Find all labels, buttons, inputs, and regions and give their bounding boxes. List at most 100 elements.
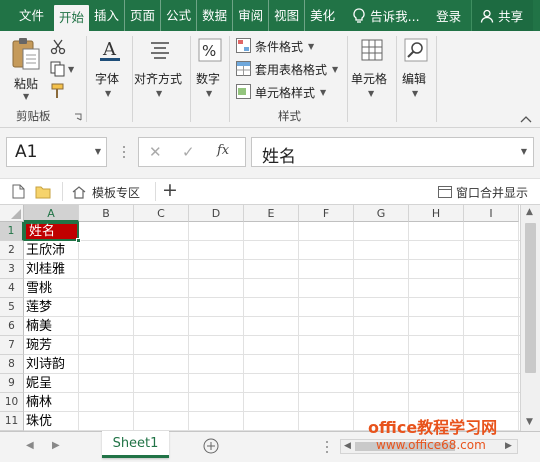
- column-header-g[interactable]: G: [354, 205, 409, 222]
- editing-button[interactable]: 编辑 ▼: [398, 37, 434, 117]
- tell-me-label: 告诉我...: [370, 9, 420, 24]
- column-header-i[interactable]: I: [464, 205, 519, 222]
- chevron-down-icon: ▼: [156, 89, 163, 98]
- drag-handle-icon[interactable]: [122, 144, 126, 160]
- sheet-tab-label: Sheet1: [112, 436, 159, 451]
- window-merge-button[interactable]: 窗口合并显示: [438, 179, 538, 205]
- cell-a11[interactable]: 珠优: [26, 412, 52, 431]
- row-header-6[interactable]: 6: [0, 317, 24, 336]
- scroll-right-icon[interactable]: ▶: [505, 441, 512, 451]
- row-header-9[interactable]: 9: [0, 374, 24, 393]
- row-header-8[interactable]: 8: [0, 355, 24, 374]
- gridline: [133, 222, 134, 431]
- drag-handle-icon[interactable]: [325, 440, 329, 454]
- row-header-4[interactable]: 4: [0, 279, 24, 298]
- chevron-down-icon: ▼: [332, 65, 339, 74]
- cell-a2[interactable]: 王欣沛: [26, 241, 65, 260]
- tab-formulas[interactable]: 公式: [161, 0, 198, 31]
- tab-beautify[interactable]: 美化: [305, 0, 340, 31]
- sheet-prev-icon[interactable]: ◀: [26, 440, 34, 451]
- tab-insert[interactable]: 插入: [89, 0, 126, 31]
- cell-a6[interactable]: 楠美: [26, 317, 52, 336]
- cell-a3[interactable]: 刘桂雅: [26, 260, 65, 279]
- column-header-h[interactable]: H: [409, 205, 464, 222]
- watermark-url: www.office68.com: [376, 438, 486, 452]
- cell-a8[interactable]: 刘诗韵: [26, 355, 65, 374]
- name-box[interactable]: A1 ▼: [6, 137, 107, 167]
- check-icon[interactable]: ✓: [182, 143, 195, 161]
- scroll-down-icon[interactable]: ▼: [526, 417, 533, 427]
- cells-button[interactable]: 单元格 ▼: [349, 37, 395, 117]
- gridline: [188, 222, 189, 431]
- paste-button[interactable]: 粘贴 ▼: [8, 37, 44, 101]
- insert-function-icon[interactable]: fx: [217, 143, 229, 158]
- add-tab-icon[interactable]: +: [162, 179, 178, 201]
- editing-label: 编辑: [402, 72, 427, 86]
- font-button[interactable]: A 字体 ▼: [90, 37, 130, 117]
- cancel-icon[interactable]: ✕: [149, 143, 162, 161]
- sheet-next-icon[interactable]: ▶: [52, 440, 60, 451]
- chevron-down-icon[interactable]: ▼: [95, 147, 101, 156]
- format-painter-icon[interactable]: [50, 83, 66, 99]
- number-button[interactable]: % 数字 ▼: [192, 37, 228, 117]
- tab-data[interactable]: 数据: [197, 0, 234, 31]
- vertical-scroll-thumb[interactable]: [525, 223, 536, 373]
- column-header-d[interactable]: D: [189, 205, 244, 222]
- tell-me-box[interactable]: 告诉我...: [352, 0, 422, 31]
- cell-a9[interactable]: 妮呈: [26, 374, 52, 393]
- cut-icon[interactable]: [50, 39, 66, 55]
- column-header-a[interactable]: A: [24, 205, 79, 222]
- dialog-launcher-icon[interactable]: [74, 113, 82, 121]
- collapse-ribbon-icon[interactable]: [520, 115, 532, 123]
- add-sheet-icon[interactable]: [203, 438, 219, 454]
- new-file-icon[interactable]: [12, 184, 25, 199]
- scroll-left-icon[interactable]: ◀: [344, 441, 351, 451]
- table-format-button[interactable]: 套用表格格式 ▼: [236, 60, 346, 78]
- copy-icon[interactable]: [50, 61, 66, 77]
- row-header-11[interactable]: 11: [0, 412, 24, 431]
- row-header-10[interactable]: 10: [0, 393, 24, 412]
- window-icon: [438, 186, 452, 198]
- spreadsheet-grid[interactable]: A B C D E F G H I 1 姓名 2 王欣沛 3 刘桂雅 4 雪桃 5 莲梦 6 楠美 7 琬芳 8 刘诗韵 9 妮呈 1…: [0, 205, 520, 431]
- row-header-5[interactable]: 5: [0, 298, 24, 317]
- tab-review[interactable]: 审阅: [233, 0, 270, 31]
- divider: [155, 182, 156, 201]
- gridline: [518, 222, 519, 431]
- cell-style-button[interactable]: 单元格样式 ▼: [236, 83, 346, 101]
- tab-template-zone[interactable]: 模板专区: [70, 179, 152, 205]
- fill-handle[interactable]: [76, 238, 81, 243]
- scroll-up-icon[interactable]: ▲: [526, 207, 533, 217]
- chevron-down-icon[interactable]: ▼: [68, 65, 74, 74]
- alignment-button[interactable]: 对齐方式 ▼: [134, 37, 188, 117]
- tab-home[interactable]: 开始: [54, 5, 90, 31]
- row-header-2[interactable]: 2: [0, 241, 24, 260]
- column-header-c[interactable]: C: [134, 205, 189, 222]
- row-header-1[interactable]: 1: [0, 222, 24, 241]
- share-button[interactable]: 共享: [471, 0, 534, 31]
- row-header-7[interactable]: 7: [0, 336, 24, 355]
- tab-file[interactable]: 文件: [0, 0, 54, 31]
- cell-a5[interactable]: 莲梦: [26, 298, 52, 317]
- formula-input[interactable]: 姓名 ▼: [251, 137, 534, 167]
- conditional-format-button[interactable]: 条件格式 ▼: [236, 37, 346, 55]
- folder-icon[interactable]: [35, 185, 51, 199]
- gridline: [24, 354, 520, 355]
- paste-label: 粘贴: [14, 77, 39, 91]
- cell-a10[interactable]: 楠林: [26, 393, 52, 412]
- vertical-scrollbar[interactable]: ▲ ▼: [520, 205, 540, 431]
- sheet-tab-sheet1[interactable]: Sheet1: [102, 431, 169, 458]
- gridline: [24, 316, 520, 317]
- column-header-f[interactable]: F: [299, 205, 354, 222]
- login-button[interactable]: 登录: [436, 6, 461, 25]
- cell-a1[interactable]: 姓名: [24, 222, 79, 241]
- tab-page-layout[interactable]: 页面: [125, 0, 162, 31]
- chevron-down-icon[interactable]: ▼: [521, 147, 527, 156]
- cells-label: 单元格: [351, 72, 388, 86]
- cell-a7[interactable]: 琬芳: [26, 336, 52, 355]
- column-header-e[interactable]: E: [244, 205, 299, 222]
- tab-view[interactable]: 视图: [269, 0, 306, 31]
- row-header-3[interactable]: 3: [0, 260, 24, 279]
- cell-a4[interactable]: 雪桃: [26, 279, 52, 298]
- select-all-corner[interactable]: [0, 205, 24, 222]
- column-header-b[interactable]: B: [79, 205, 134, 222]
